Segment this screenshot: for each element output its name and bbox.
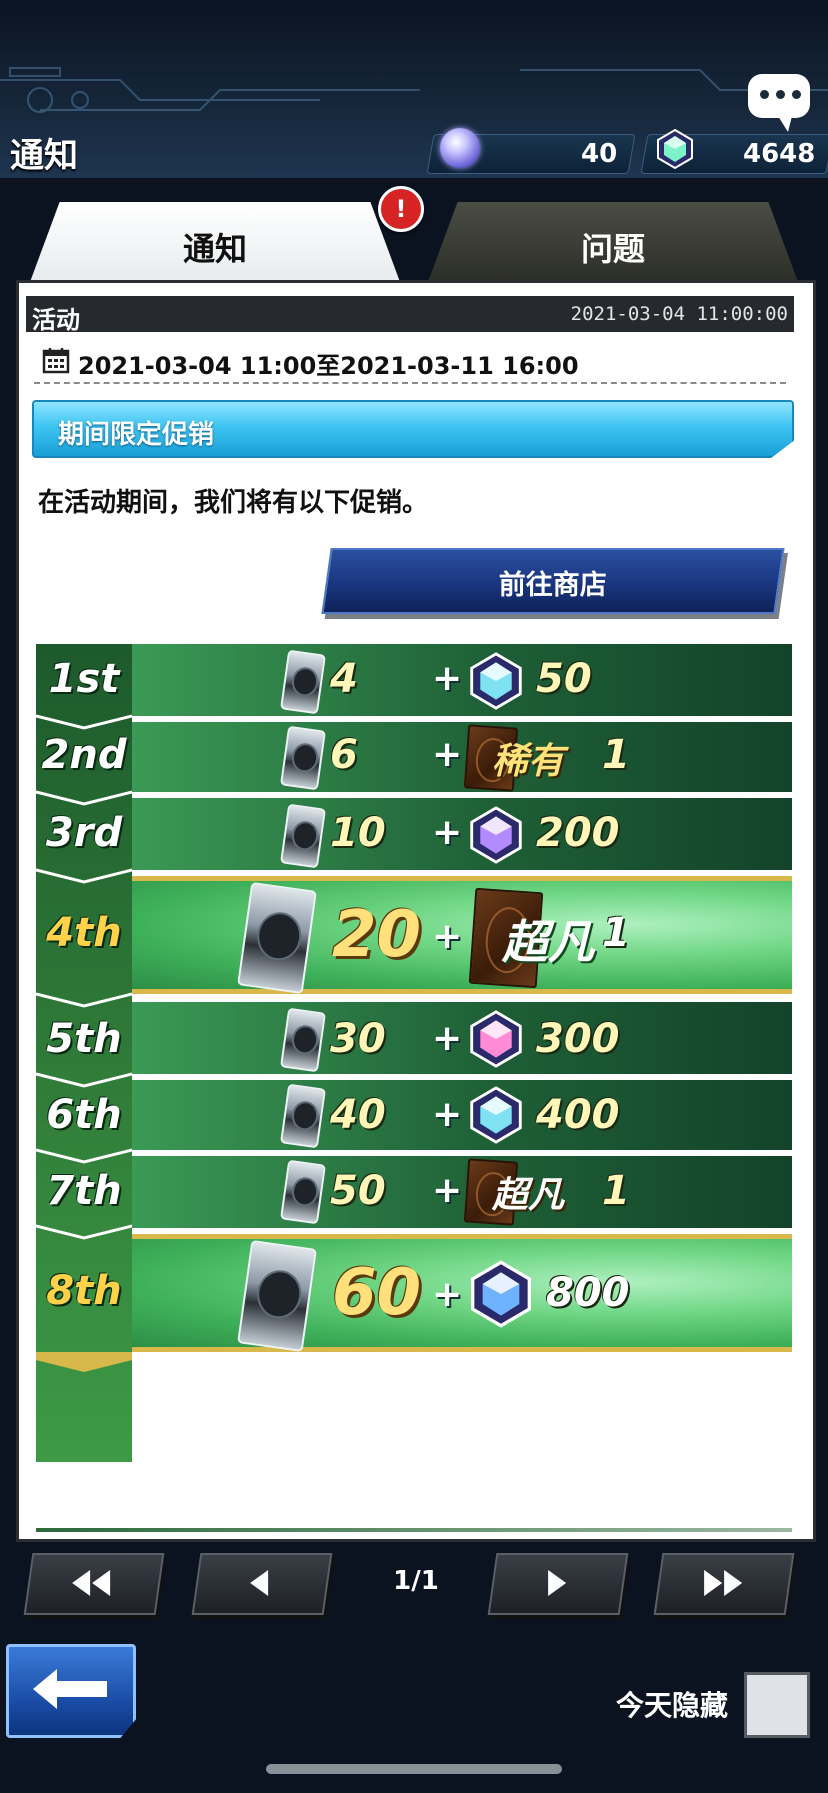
- bonus-count: 1: [602, 1168, 630, 1214]
- section-title: 期间限定促销: [58, 420, 215, 450]
- rank-label: 7th: [46, 1168, 122, 1214]
- pack-count: 10: [330, 810, 386, 856]
- rank-label: 8th: [46, 1268, 122, 1314]
- last-page-button[interactable]: [653, 1553, 795, 1615]
- plus-sign: +: [432, 916, 463, 957]
- plus-sign: +: [432, 812, 463, 853]
- chat-button[interactable]: [748, 74, 810, 132]
- bonus-rarity: 超凡: [492, 1175, 565, 1216]
- pack-count: 40: [330, 1092, 386, 1138]
- page-indicator: 1/1: [393, 1566, 439, 1596]
- plus-sign: +: [432, 1018, 463, 1059]
- plus-sign: +: [432, 1274, 463, 1315]
- hide-today-checkbox[interactable]: [744, 1672, 810, 1738]
- rank-label: 4th: [46, 910, 122, 956]
- tab-issues-label: 问题: [580, 230, 645, 268]
- top-bar: 通知 40 4648: [0, 0, 828, 178]
- tab-issues[interactable]: 问题: [428, 202, 798, 282]
- category-label: 活动: [32, 306, 80, 334]
- content-divider: [36, 1528, 792, 1532]
- gem-icon: [470, 652, 522, 710]
- chevron-separator: [36, 1072, 132, 1088]
- pack-count: 60: [332, 1256, 422, 1330]
- double-left-arrow-icon: [72, 1570, 111, 1596]
- plus-sign: +: [432, 1170, 463, 1211]
- chevron-separator: [36, 1352, 132, 1372]
- intro-text: 在活动期间，我们将有以下促销。: [38, 488, 429, 518]
- reward-table: 1st 4 + 50 2nd 6 + 稀有 1 3rd 10 + 200 4th…: [36, 644, 792, 1474]
- pack-count: 4: [330, 656, 358, 702]
- bonus-value: 300: [536, 1016, 620, 1062]
- pack-count: 50: [330, 1168, 386, 1214]
- chevron-separator: [36, 714, 132, 730]
- chevron-separator: [36, 790, 132, 806]
- right-arrow-icon: [548, 1570, 567, 1596]
- rank-label: 1st: [48, 656, 120, 702]
- back-arrow-icon: [33, 1669, 107, 1709]
- bonus-rarity: 超凡: [502, 915, 594, 969]
- divider: [34, 382, 786, 384]
- chevron-separator: [36, 1148, 132, 1164]
- gem-icon: [657, 128, 693, 170]
- plus-sign: +: [432, 1094, 463, 1135]
- go-to-shop-button[interactable]: 前往商店: [321, 548, 785, 614]
- pack-count: 30: [330, 1016, 386, 1062]
- chevron-separator: [36, 992, 132, 1008]
- orb-icon: [440, 128, 480, 168]
- tab-notice[interactable]: 通知: [30, 202, 400, 282]
- section-header: 期间限定促销: [32, 400, 794, 458]
- gem-count: 4648: [742, 139, 815, 169]
- go-to-shop-label: 前往商店: [498, 570, 607, 601]
- double-right-arrow-icon: [704, 1570, 743, 1596]
- pack-count: 20: [332, 898, 422, 972]
- orb-count: 40: [580, 139, 617, 169]
- home-indicator: [266, 1764, 562, 1774]
- plus-sign: +: [432, 658, 463, 699]
- prev-page-button[interactable]: [191, 1553, 333, 1615]
- gem-icon: [470, 806, 522, 864]
- event-period: 2021-03-04 11:00至2021-03-11 16:00: [78, 352, 579, 380]
- gem-icon: [470, 1010, 522, 1068]
- tab-notice-label: 通知: [182, 230, 247, 268]
- bonus-value: 200: [536, 810, 620, 856]
- posted-date: 2021-03-04 11:00:00: [570, 303, 788, 325]
- circuit-decoration: [0, 67, 828, 113]
- rank-label: 5th: [46, 1016, 122, 1062]
- back-button[interactable]: [6, 1644, 136, 1738]
- bonus-count: 1: [602, 910, 630, 956]
- next-page-button[interactable]: [487, 1553, 629, 1615]
- gem-icon: [470, 1086, 522, 1144]
- first-page-button[interactable]: [23, 1553, 165, 1615]
- rank-label: 3rd: [45, 810, 123, 856]
- alert-badge: !: [378, 186, 424, 232]
- chevron-separator: [36, 868, 132, 884]
- left-arrow-icon: [250, 1570, 269, 1596]
- bonus-rarity: 稀有: [492, 741, 565, 782]
- plus-sign: +: [432, 734, 463, 775]
- rank-label: 6th: [46, 1092, 122, 1138]
- chevron-separator: [36, 1224, 132, 1240]
- rank-label: 2nd: [41, 732, 127, 778]
- pack-count: 6: [330, 732, 358, 778]
- gem-icon: [471, 1260, 531, 1328]
- bonus-value: 400: [536, 1092, 620, 1138]
- bonus-value: 50: [536, 656, 592, 702]
- notice-panel: 活动 2021-03-04 11:00:00 2021-03-04 11:00至…: [26, 296, 794, 1532]
- page-title: 通知: [10, 136, 78, 176]
- bonus-value: 800: [546, 1270, 630, 1316]
- calendar-icon: [42, 348, 70, 374]
- hide-today-label: 今天隐藏: [616, 1689, 729, 1722]
- chat-icon: [760, 90, 801, 99]
- category-bar: 活动 2021-03-04 11:00:00: [26, 296, 794, 334]
- bonus-count: 1: [602, 732, 630, 778]
